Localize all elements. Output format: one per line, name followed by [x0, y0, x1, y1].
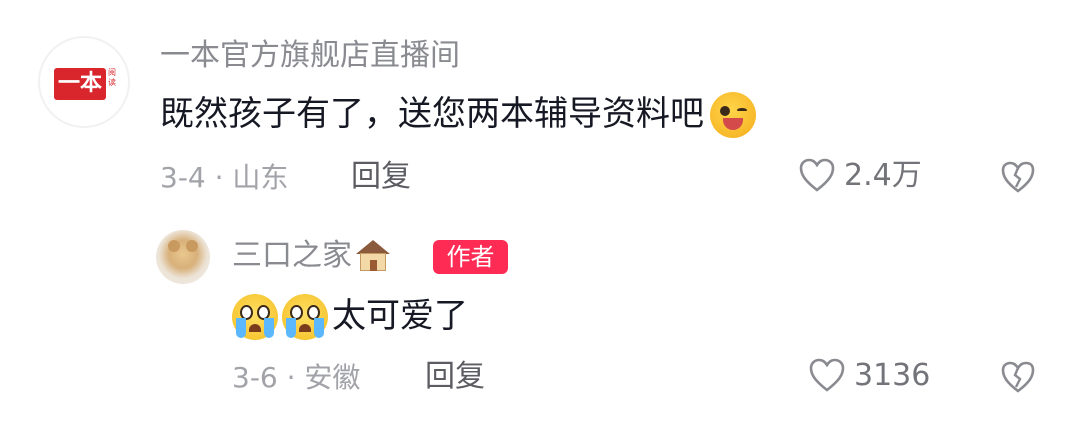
- avatar[interactable]: [156, 230, 210, 284]
- comment-meta: 3-4 · 山东: [160, 161, 289, 194]
- author-name-text: 三口之家: [232, 238, 352, 273]
- comment-text: 太可爱了: [232, 294, 468, 340]
- like-count: 3136: [854, 358, 931, 393]
- heart-icon: [809, 358, 845, 392]
- comment-item: 一本 阅读 一本官方旗舰店直播间 既然孩子有了，送您两本辅导资料吧 3-4 · …: [0, 0, 1080, 220]
- like-count: 2.4万: [844, 158, 922, 193]
- heart-icon: [799, 158, 835, 192]
- wink-tongue-emoji-icon: [710, 92, 756, 138]
- crying-emoji-icon: [282, 294, 328, 340]
- brand-logo-text: 一本: [57, 71, 102, 96]
- comment-reply-item: 三口之家 作者 太可爱了 3-6 · 安徽 回复 3136: [0, 220, 1080, 441]
- comment-text: 既然孩子有了，送您两本辅导资料吧: [160, 92, 756, 138]
- author-name[interactable]: 一本官方旗舰店直播间: [160, 38, 460, 74]
- broken-heart-icon[interactable]: [1000, 160, 1036, 196]
- crying-emoji-icon: [232, 294, 278, 340]
- author-badge: 作者: [433, 240, 508, 274]
- comment-meta: 3-6 · 安徽: [232, 361, 361, 394]
- broken-heart-icon[interactable]: [1000, 360, 1036, 396]
- like-button[interactable]: 2.4万: [798, 158, 922, 194]
- brand-logo: 一本: [54, 68, 106, 100]
- reply-button[interactable]: 回复: [351, 159, 411, 195]
- comment-text-content: 太可爱了: [332, 296, 468, 336]
- like-button[interactable]: 3136: [808, 358, 930, 394]
- house-icon: [354, 238, 392, 274]
- brand-logo-side: 阅读: [108, 68, 116, 87]
- author-name[interactable]: 三口之家: [232, 238, 392, 274]
- avatar[interactable]: 一本 阅读: [38, 36, 130, 128]
- comment-text-content: 既然孩子有了，送您两本辅导资料吧: [160, 94, 704, 134]
- reply-button[interactable]: 回复: [425, 359, 485, 395]
